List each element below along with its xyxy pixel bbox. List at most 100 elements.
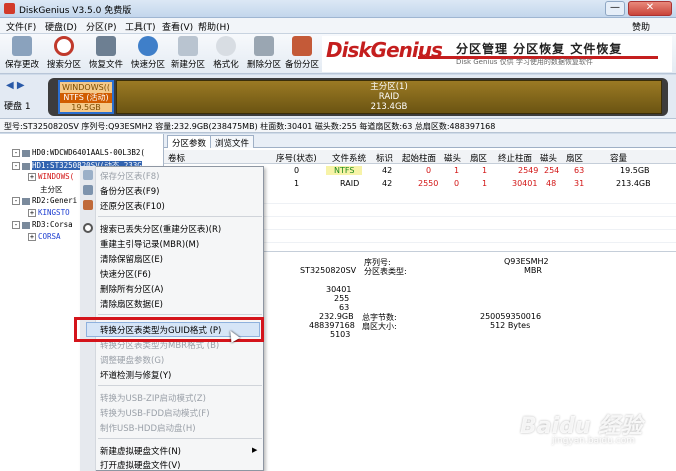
detail-total-sectors: 488397168 bbox=[309, 321, 355, 330]
banner-slogan: 分区管理 分区恢复 文件恢复 bbox=[456, 42, 623, 56]
save-changes-button[interactable]: 保存更改 bbox=[2, 36, 42, 72]
tree-item-hd0[interactable]: - HD0:WDCWD6401AALS-00L3B2( bbox=[12, 148, 145, 160]
menu-separator bbox=[98, 438, 262, 439]
menu-item-open-virtual-disk[interactable]: 打开虚拟硬盘文件(V) bbox=[100, 459, 180, 471]
disk-icon bbox=[22, 221, 30, 229]
tab-browse-files[interactable]: 浏览文件 bbox=[210, 135, 255, 149]
submenu-arrow-icon: ▶ bbox=[252, 446, 258, 454]
partition-segment-windows[interactable]: WINDOWS(( NTFS (活动) 19.5GB bbox=[58, 80, 114, 114]
menu-help[interactable]: 帮助(H) bbox=[198, 20, 230, 33]
col-id[interactable]: 标识 bbox=[376, 152, 393, 164]
menu-item-search-lost-partitions[interactable]: 搜索已丢失分区(重建分区表)(R) bbox=[100, 223, 221, 235]
app-icon bbox=[4, 3, 15, 14]
menu-item-quick-partition[interactable]: 快速分区(F6) bbox=[100, 268, 151, 280]
new-partition-icon bbox=[178, 36, 198, 56]
segment-name: WINDOWS(( bbox=[62, 83, 110, 92]
detail-capacity: 232.9GB bbox=[319, 312, 354, 321]
format-button[interactable]: 格式化 bbox=[206, 36, 246, 72]
tab-bar: 分区参数 浏览文件 bbox=[164, 134, 676, 149]
minimize-button[interactable]: — bbox=[605, 1, 625, 16]
segment-name: 主分区(1) bbox=[370, 82, 408, 92]
disk-info-bar: 型号:ST3250820SV 序列号:Q93ESMH2 容量:232.9GB(2… bbox=[0, 118, 676, 133]
detail-model: ST3250820SV bbox=[300, 266, 357, 275]
trash-icon bbox=[254, 36, 274, 56]
col-end-sector[interactable]: 扇区 bbox=[566, 152, 583, 164]
detail-extra: 5103 bbox=[330, 330, 351, 339]
menu-item-save-partition-table[interactable]: 保存分区表(F8) bbox=[100, 170, 159, 182]
close-button[interactable]: ✕ bbox=[628, 1, 672, 16]
disk-icon bbox=[22, 162, 30, 170]
detail-heads: 255 bbox=[334, 294, 350, 303]
col-index[interactable]: 序号(状态) bbox=[276, 152, 317, 164]
col-start-cyl[interactable]: 起始柱面 bbox=[402, 152, 436, 164]
partition-segment-main[interactable]: 主分区(1) RAID 213.4GB bbox=[116, 80, 662, 114]
menu-separator bbox=[98, 216, 262, 217]
ad-banner[interactable]: DiskGenius 分区管理 分区恢复 文件恢复 Disk Genius 仅供… bbox=[322, 36, 672, 72]
col-fs[interactable]: 文件系统 bbox=[332, 152, 366, 164]
tree-item-windows[interactable]: + WINDOWS( bbox=[28, 172, 74, 184]
backup-icon bbox=[83, 185, 93, 195]
segment-size: 213.4GB bbox=[370, 102, 408, 112]
menu-file[interactable]: 文件(F) bbox=[6, 20, 36, 33]
detail-sectors: 63 bbox=[339, 303, 350, 312]
watermark-subtitle: jingyan.baidu.com bbox=[552, 436, 636, 446]
disk-icon bbox=[22, 197, 30, 205]
menu-item-clear-sector-data[interactable]: 清除扇区数据(E) bbox=[100, 298, 163, 310]
segment-size: 19.5GB bbox=[71, 103, 101, 112]
menu-item-backup-partition-table[interactable]: 备份分区表(F9) bbox=[100, 185, 159, 197]
search-partition-button[interactable]: 搜索分区 bbox=[44, 36, 84, 72]
recover-files-button[interactable]: 恢复文件 bbox=[86, 36, 126, 72]
menu-partition[interactable]: 分区(P) bbox=[86, 20, 116, 33]
tab-partition-params[interactable]: 分区参数 bbox=[167, 135, 212, 149]
sponsor-link[interactable]: 赞助 bbox=[632, 20, 650, 33]
restore-icon bbox=[83, 200, 93, 210]
disk-info-text: 型号:ST3250820SV 序列号:Q93ESMH2 容量:232.9GB(2… bbox=[4, 122, 496, 131]
delete-partition-button[interactable]: 删除分区 bbox=[244, 36, 284, 72]
segment-fs: NTFS (活动) bbox=[60, 93, 112, 103]
col-end-cyl[interactable]: 终止柱面 bbox=[498, 152, 532, 164]
col-start-sector[interactable]: 扇区 bbox=[470, 152, 487, 164]
save-icon bbox=[83, 170, 93, 180]
detail-sector-size-label: 扇区大小: bbox=[362, 322, 397, 331]
menu-item-bad-sector-check[interactable]: 坏道检测与修复(Y) bbox=[100, 369, 171, 381]
menu-disk[interactable]: 硬盘(D) bbox=[45, 20, 77, 33]
menu-view[interactable]: 查看(V) bbox=[162, 20, 193, 33]
menu-item-adjust-disk-params[interactable]: 调整硬盘参数(G) bbox=[100, 354, 164, 366]
menu-item-new-virtual-disk[interactable]: 新建虚拟硬盘文件(N) bbox=[100, 445, 181, 457]
partition-table-header: 卷标 序号(状态) 文件系统 标识 起始柱面 磁头 扇区 终止柱面 磁头 扇区 … bbox=[164, 150, 676, 164]
menu-bar: 文件(F) 硬盘(D) 分区(P) 工具(T) 查看(V) 帮助(H) 赞助 bbox=[0, 18, 676, 34]
col-start-head[interactable]: 磁头 bbox=[444, 152, 461, 164]
tree-item-rd3[interactable]: - RD3:Corsa bbox=[12, 220, 73, 232]
disk-label: 硬盘 1 bbox=[4, 102, 31, 112]
search-icon bbox=[83, 223, 93, 233]
detail-total-bytes: 250059350016 bbox=[480, 312, 542, 321]
save-icon bbox=[12, 36, 32, 56]
disk-nav-arrows[interactable]: ◀ ▶ bbox=[6, 80, 25, 91]
tree-item-primary[interactable]: 主分区 bbox=[40, 184, 63, 196]
menu-item-usb-zip[interactable]: 转换为USB-ZIP启动模式(Z) bbox=[100, 392, 206, 404]
quick-partition-button[interactable]: 快速分区 bbox=[128, 36, 168, 72]
tree-item-rd2[interactable]: - RD2:Generi bbox=[12, 196, 77, 208]
menu-item-usb-hdd[interactable]: 制作USB-HDD启动盘(H) bbox=[100, 422, 196, 434]
menu-separator bbox=[98, 314, 262, 315]
window-title: DiskGenius V3.5.0 免费版 bbox=[19, 6, 132, 16]
menu-tools[interactable]: 工具(T) bbox=[125, 20, 156, 33]
menu-item-restore-partition-table[interactable]: 还原分区表(F10) bbox=[100, 200, 165, 212]
quick-partition-icon bbox=[138, 36, 158, 56]
col-end-head[interactable]: 磁头 bbox=[540, 152, 557, 164]
menu-item-clear-reserved-sectors[interactable]: 清除保留扇区(E) bbox=[100, 253, 163, 265]
menu-item-usb-fdd[interactable]: 转换为USB-FDD启动模式(F) bbox=[100, 407, 210, 419]
detail-sector-size: 512 Bytes bbox=[490, 321, 531, 330]
menu-item-delete-all-partitions[interactable]: 删除所有分区(A) bbox=[100, 283, 163, 295]
new-partition-button[interactable]: 新建分区 bbox=[168, 36, 208, 72]
recover-icon bbox=[96, 36, 116, 56]
banner-subtitle: Disk Genius 仅供 学习使用的数据恢复软件 bbox=[456, 58, 593, 66]
backup-partition-button[interactable]: 备份分区 bbox=[282, 36, 322, 72]
col-volume[interactable]: 卷标 bbox=[168, 152, 185, 164]
menu-item-rebuild-mbr[interactable]: 重建主引导记录(MBR)(M) bbox=[100, 238, 199, 250]
menu-separator bbox=[98, 385, 262, 386]
tree-item-kingston[interactable]: + KINGSTO bbox=[28, 208, 70, 220]
tree-item-corsair[interactable]: + CORSA bbox=[28, 232, 61, 244]
col-capacity[interactable]: 容量 bbox=[610, 152, 627, 164]
disk-icon bbox=[22, 149, 30, 157]
